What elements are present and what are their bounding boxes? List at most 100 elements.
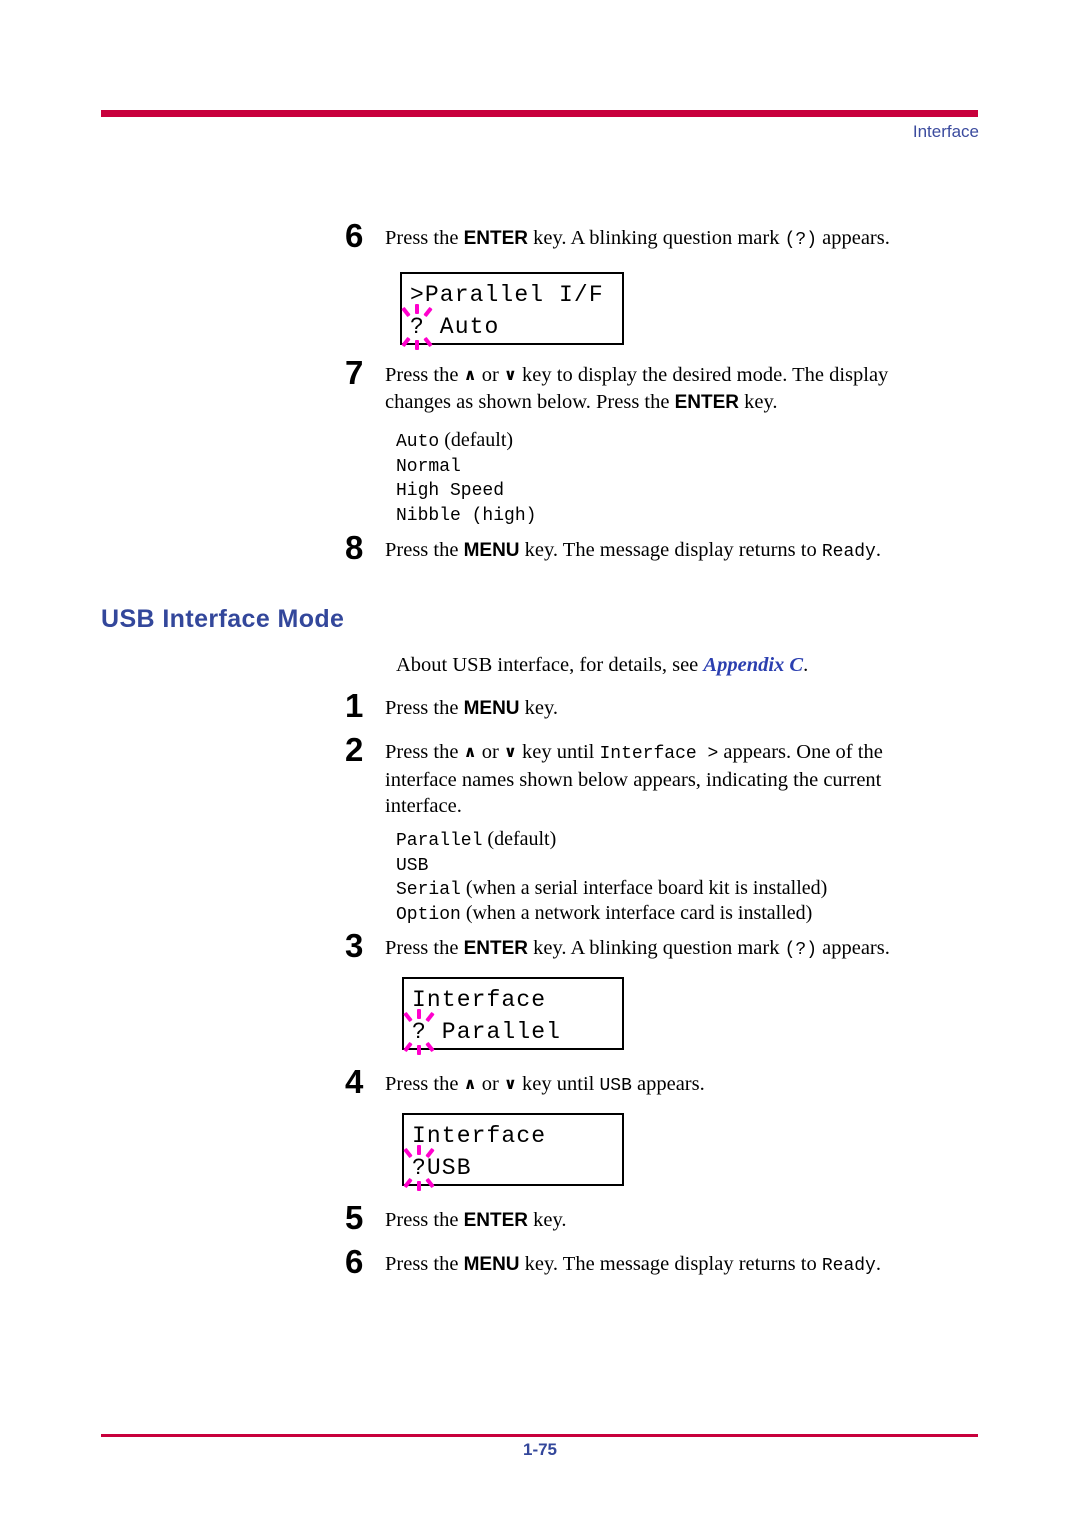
- display-literal-ready: Ready: [821, 542, 876, 562]
- down-arrow-icon: ∨: [503, 742, 517, 761]
- step-text-part: appears.: [817, 227, 890, 249]
- step-text-part: Press the: [385, 1073, 464, 1095]
- appendix-c-link[interactable]: Appendix C: [703, 654, 803, 676]
- step-number: 4: [345, 1063, 364, 1100]
- mode-value: High Speed: [396, 481, 505, 501]
- blinking-question-mark-icon: ?: [403, 1145, 436, 1191]
- parallel-mode-list: Auto (default) Normal High Speed Nibble …: [396, 429, 536, 527]
- step-text-part: .: [875, 539, 881, 561]
- intro-text-part: .: [803, 654, 809, 676]
- list-item: High Speed: [396, 478, 536, 503]
- step-text-part: key. A blinking question mark: [527, 937, 785, 959]
- step-row-usb-5: 5 Press the ENTER key.: [345, 1201, 945, 1237]
- step-text: Press the MENU key.: [385, 695, 558, 722]
- question-mark-literal: (?): [784, 940, 818, 960]
- step-row-usb-3: 3 Press the ENTER key. A blinking questi…: [345, 929, 945, 965]
- step-row-parallel-6: 6 Press the ENTER key. A blinking questi…: [345, 219, 945, 255]
- interface-value: USB: [396, 855, 429, 876]
- step-text-part: key.: [519, 697, 559, 719]
- lcd-line-1: >Parallel I/F: [410, 282, 604, 308]
- step-text-part: Press the: [385, 1209, 464, 1231]
- list-item: Option (when a network interface card is…: [396, 902, 827, 927]
- step-row-parallel-7: 7 Press the ∧ or ∨ key to display the de…: [345, 356, 935, 416]
- step-text-part: key. The message display returns to: [519, 539, 822, 561]
- list-item: USB: [396, 853, 827, 878]
- interface-value: Option: [396, 904, 461, 925]
- page-title-usb-interface-mode: USB Interface Mode: [101, 605, 345, 633]
- key-label-menu: MENU: [463, 1254, 520, 1275]
- lcd-line-2-text: Parallel: [426, 1019, 562, 1045]
- lcd-line-2-text: Auto: [424, 314, 500, 340]
- manual-page: Interface 6 Press the ENTER key. A blink…: [0, 0, 1080, 1528]
- question-mark-literal: (?): [784, 230, 818, 250]
- step-number: 6: [345, 217, 364, 254]
- intro-text-part: About USB interface, for details, see: [396, 654, 704, 676]
- lcd-line-2-text: USB: [426, 1155, 472, 1181]
- lcd-line-1: Interface: [412, 987, 547, 1013]
- step-text-part: or: [476, 1073, 504, 1095]
- key-label-enter: ENTER: [463, 228, 528, 249]
- step-number: 2: [345, 731, 364, 768]
- usb-intro-paragraph: About USB interface, for details, see Ap…: [396, 652, 956, 678]
- step-row-usb-4: 4 Press the ∧ or ∨ key until USB appears…: [345, 1065, 945, 1101]
- interface-note: (when a serial interface board kit is in…: [460, 877, 828, 899]
- up-arrow-icon: ∧: [463, 742, 477, 761]
- step-text-part: or: [476, 741, 504, 763]
- step-text: Press the ∧ or ∨ key until Interface > a…: [385, 739, 935, 819]
- step-row-usb-1: 1 Press the MENU key.: [345, 689, 945, 725]
- lcd-question-mark: ?: [412, 1019, 427, 1045]
- list-item: Serial (when a serial interface board ki…: [396, 877, 827, 902]
- interface-value: Parallel: [396, 831, 483, 851]
- step-number: 7: [345, 354, 364, 391]
- step-row-parallel-8: 8 Press the MENU key. The message displa…: [345, 531, 945, 567]
- step-text-part: key.: [527, 1209, 567, 1231]
- blinking-question-mark-icon: ?: [401, 304, 434, 350]
- step-text: Press the ENTER key.: [385, 1207, 567, 1234]
- interface-note: (when a network interface card is instal…: [460, 901, 813, 924]
- key-label-menu: MENU: [463, 698, 520, 719]
- lcd-line-2: ? Auto: [401, 304, 622, 350]
- key-label-enter: ENTER: [463, 1210, 528, 1231]
- step-text-part: appears.: [631, 1073, 705, 1095]
- mode-value: Nibble (high): [396, 505, 537, 526]
- up-arrow-icon: ∧: [463, 1074, 477, 1093]
- interface-name-list: Parallel (default) USB Serial (when a se…: [396, 828, 827, 926]
- step-number: 3: [345, 927, 364, 964]
- lcd-display-interface-usb: Interface ?USB: [402, 1113, 624, 1191]
- header-rule: [101, 110, 978, 117]
- mode-note: (default): [439, 429, 514, 451]
- lcd-question-mark: ?: [410, 314, 425, 340]
- interface-value: Serial: [396, 880, 461, 900]
- list-item: Parallel (default): [396, 828, 827, 853]
- step-text-part: Press the: [385, 539, 464, 561]
- key-label-enter: ENTER: [463, 938, 528, 959]
- up-arrow-icon: ∧: [463, 365, 477, 384]
- lcd-question-mark: ?: [412, 1155, 427, 1181]
- step-text-part: Press the: [385, 227, 464, 249]
- down-arrow-icon: ∨: [503, 365, 517, 384]
- step-text-part: Press the: [385, 697, 464, 719]
- interface-note: (default): [482, 828, 557, 850]
- step-text-part: Press the: [385, 741, 464, 763]
- lcd-display-parallel-auto: >Parallel I/F ? Auto: [400, 272, 624, 350]
- step-text-part: key. The message display returns to: [519, 1253, 822, 1275]
- list-item: Normal: [396, 454, 536, 479]
- key-label-enter: ENTER: [674, 392, 740, 413]
- step-text-part: .: [875, 1253, 881, 1275]
- step-text-part: appears.: [817, 937, 890, 959]
- step-row-usb-6: 6 Press the MENU key. The message displa…: [345, 1245, 945, 1281]
- step-number: 5: [345, 1199, 364, 1236]
- lcd-line-1: Interface: [412, 1123, 547, 1149]
- display-literal-usb: USB: [599, 1076, 632, 1096]
- step-number: 1: [345, 687, 364, 724]
- key-label-menu: MENU: [463, 540, 520, 561]
- step-text-part: Press the: [385, 1253, 464, 1275]
- list-item: Nibble (high): [396, 503, 536, 528]
- header-chapter-label: Interface: [912, 122, 979, 141]
- mode-value: Normal: [396, 456, 461, 477]
- lcd-line-2: ?USB: [403, 1145, 622, 1191]
- display-literal-interface: Interface >: [599, 744, 719, 764]
- step-text: Press the ∧ or ∨ key to display the desi…: [385, 362, 935, 416]
- page-number: 1-75: [522, 1440, 558, 1459]
- step-row-usb-2: 2 Press the ∧ or ∨ key until Interface >…: [345, 733, 935, 819]
